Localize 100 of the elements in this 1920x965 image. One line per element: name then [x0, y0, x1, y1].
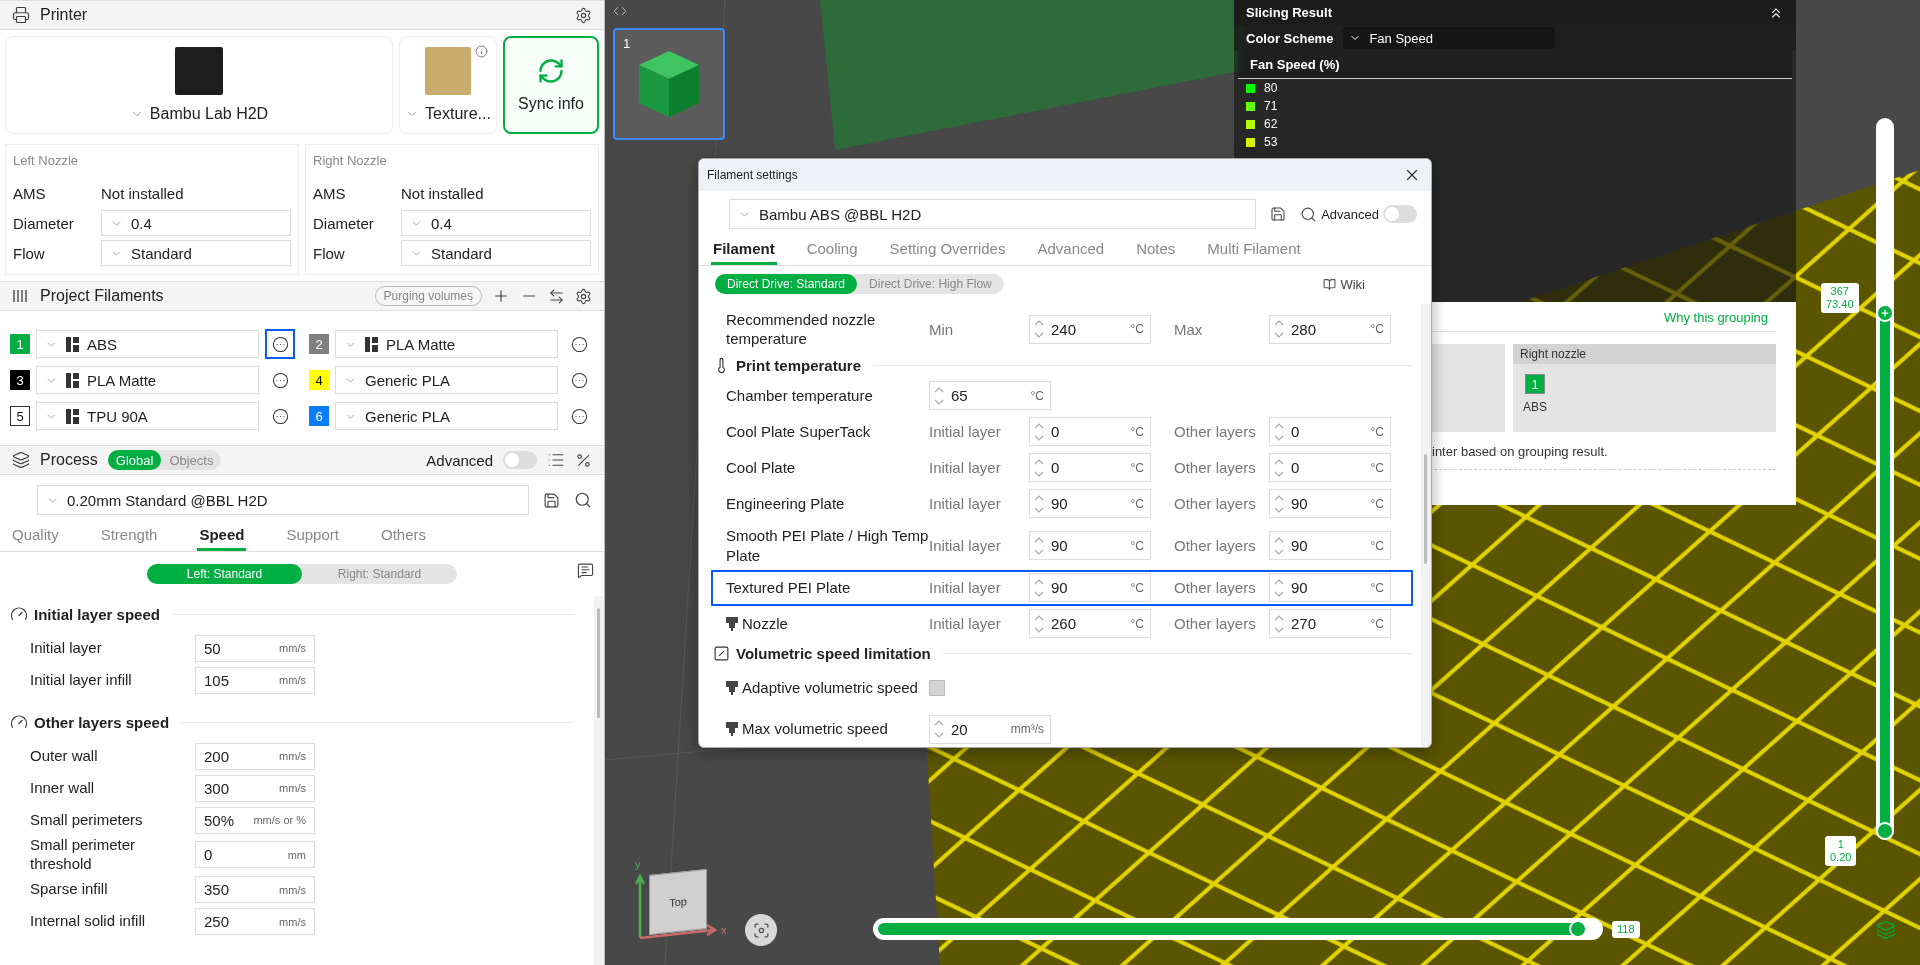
scrollbar[interactable]: [594, 596, 604, 965]
plate-card[interactable]: Texture...: [399, 36, 497, 134]
move-thumb[interactable]: [1569, 920, 1587, 938]
field-label: Color Scheme: [1246, 30, 1334, 46]
field-label: Max: [1174, 320, 1204, 338]
settings-tab[interactable]: Strength: [98, 521, 160, 551]
save-icon[interactable]: [543, 491, 560, 509]
settings-tab[interactable]: Cooling: [804, 235, 860, 265]
setting-label: Smooth PEI Plate / High Temp Plate: [726, 526, 929, 565]
logo-icon: [66, 336, 79, 352]
ellipsis-icon: [271, 335, 289, 353]
temperature-input[interactable]: 260 °C: [1029, 609, 1151, 638]
layers-icon[interactable]: [1876, 920, 1896, 940]
temperature-input[interactable]: 20 mm³/s: [929, 714, 1051, 744]
filament-select[interactable]: PLA Matte: [335, 330, 558, 358]
settings-icon[interactable]: [575, 6, 592, 24]
layer-slider[interactable]: [1876, 118, 1894, 840]
3d-viewport[interactable]: [605, 0, 1920, 965]
printer-select[interactable]: Bambu Lab H2D: [129, 105, 269, 123]
filament-select[interactable]: Generic PLA: [335, 402, 558, 430]
speed-input[interactable]: 350 mm/s: [195, 876, 315, 903]
speed-input[interactable]: 200 mm/s: [195, 742, 315, 770]
printer-card[interactable]: Bambu Lab H2D: [5, 36, 393, 134]
filament-select[interactable]: PLA Matte: [36, 366, 259, 394]
process-preset-select[interactable]: 0.20mm Standard @BBL H2D: [37, 485, 529, 515]
logo-icon: [365, 336, 378, 352]
settings-tab[interactable]: Filament: [711, 235, 777, 265]
scrollbar[interactable]: [1421, 304, 1431, 747]
settings-tab[interactable]: Multi Filament: [1205, 235, 1303, 265]
filament-preset-select[interactable]: Bambu ABS @BBL H2D: [729, 199, 1257, 229]
temperature-input[interactable]: 65 °C: [929, 381, 1051, 410]
speed-input[interactable]: 300 mm/s: [195, 774, 315, 802]
speed-input[interactable]: 105 mm/s: [195, 666, 315, 694]
sync-info-button[interactable]: Sync info: [503, 36, 599, 134]
flow-select[interactable]: Standard: [101, 240, 291, 266]
diameter-select[interactable]: 0.4: [101, 210, 291, 236]
filament-spools-icon: [12, 288, 30, 304]
temperature-input[interactable]: 270 °C: [1269, 609, 1391, 638]
plate-select[interactable]: Texture...: [405, 105, 491, 123]
field-label: AMS: [13, 184, 47, 202]
settings-tab[interactable]: Speed: [197, 521, 247, 551]
checkbox[interactable]: [929, 680, 945, 696]
settings-tab[interactable]: Quality: [10, 521, 61, 551]
speed-input[interactable]: 0 mm: [195, 841, 315, 869]
spinner-arrows-icon[interactable]: [1033, 318, 1045, 340]
settings-icon[interactable]: [575, 287, 592, 305]
camera-view-button[interactable]: [745, 914, 777, 946]
temperature-input[interactable]: 90 °C: [1269, 489, 1391, 518]
filament-select[interactable]: ABS: [36, 330, 259, 358]
settings-tab[interactable]: Support: [284, 521, 341, 551]
diameter-select[interactable]: 0.4: [401, 210, 591, 236]
temperature-input[interactable]: 90 °C: [1029, 573, 1151, 602]
color-scheme-select[interactable]: Fan Speed: [1343, 27, 1556, 49]
setting-label: Textured PEI Plate: [726, 577, 851, 598]
temperature-input[interactable]: 0 °C: [1029, 417, 1151, 446]
info-icon[interactable]: [475, 45, 488, 58]
settings-tab[interactable]: Notes: [1134, 235, 1178, 265]
temperature-input[interactable]: 0 °C: [1269, 453, 1391, 482]
filament-select[interactable]: TPU 90A: [36, 402, 259, 430]
square-slash-icon: [713, 644, 730, 662]
speed-input[interactable]: 50 mm/s: [195, 634, 315, 662]
temperature-input[interactable]: 0 °C: [1029, 453, 1151, 482]
wiki-link[interactable]: Wiki: [1323, 276, 1365, 292]
plate-thumbnail[interactable]: 1: [613, 28, 725, 140]
more-options-button[interactable]: [265, 329, 295, 359]
advanced-switch[interactable]: [503, 451, 537, 469]
upper-thumb[interactable]: [1876, 303, 1894, 322]
temperature-input[interactable]: 90 °C: [1269, 573, 1391, 602]
setting-label: Small perimeters: [29, 810, 144, 830]
percent-icon[interactable]: [575, 451, 592, 469]
view-cube[interactable]: Top: [649, 868, 707, 936]
search-icon[interactable]: [1300, 205, 1318, 223]
add-icon[interactable]: [492, 287, 510, 305]
temperature-input[interactable]: 90 °C: [1029, 489, 1151, 518]
temperature-input[interactable]: 90 °C: [1269, 531, 1391, 560]
temperature-input[interactable]: 240 °C: [1029, 314, 1151, 344]
list-icon[interactable]: [547, 451, 565, 469]
speed-input[interactable]: 50% mm/s or %: [195, 806, 315, 834]
spinner-arrows-icon[interactable]: [1273, 318, 1285, 340]
sync-table-icon[interactable]: [548, 287, 565, 305]
search-icon[interactable]: [574, 491, 592, 509]
move-slider[interactable]: [873, 918, 1603, 940]
filament-select[interactable]: Generic PLA: [335, 366, 558, 394]
speed-input[interactable]: 250 mm/s: [195, 908, 315, 935]
collapse-sidebar-icon[interactable]: [613, 4, 627, 18]
spinner-arrows-icon[interactable]: [933, 718, 945, 740]
settings-tab[interactable]: Others: [378, 521, 428, 551]
settings-tab[interactable]: Advanced: [1035, 235, 1107, 265]
section-title: Printer: [40, 6, 88, 24]
temperature-input[interactable]: 280 °C: [1269, 314, 1391, 344]
section-title: Process: [40, 451, 98, 469]
settings-tab[interactable]: Setting Overrides: [887, 235, 1008, 265]
save-icon[interactable]: [1270, 206, 1287, 222]
temperature-input[interactable]: 90 °C: [1029, 531, 1151, 560]
chat-icon[interactable]: [577, 562, 594, 579]
field-label: Other layers: [1174, 537, 1257, 554]
advanced-switch[interactable]: [1383, 205, 1417, 223]
flow-select[interactable]: Standard: [401, 240, 591, 266]
lower-thumb[interactable]: [1876, 822, 1894, 840]
temperature-input[interactable]: 0 °C: [1269, 417, 1391, 446]
